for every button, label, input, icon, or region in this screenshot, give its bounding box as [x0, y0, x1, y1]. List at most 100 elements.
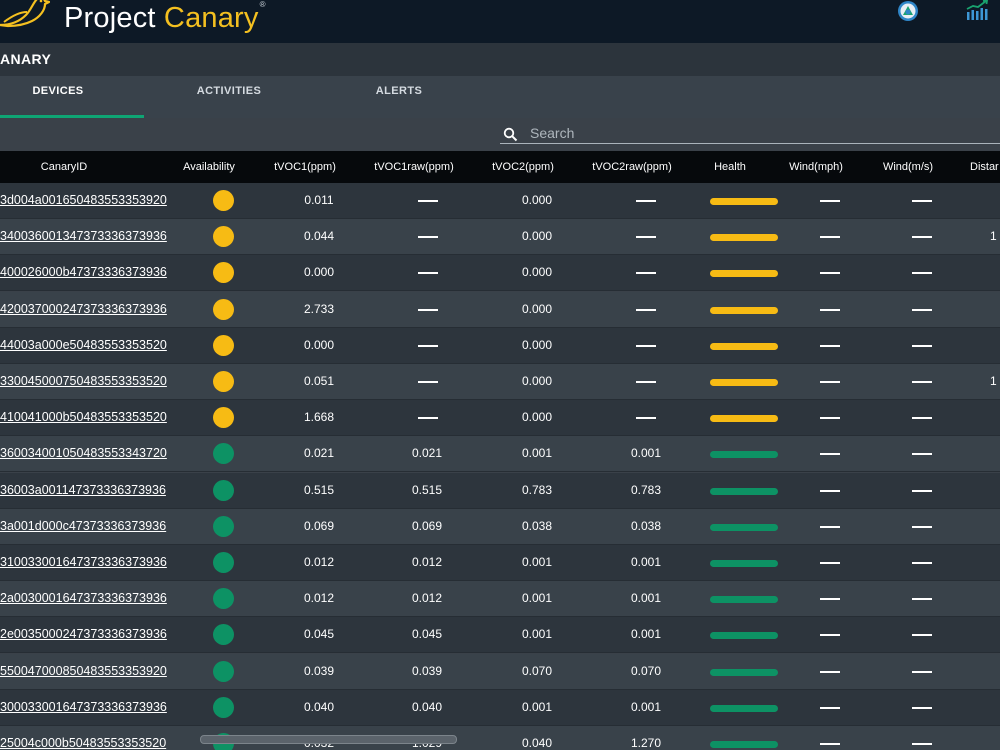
table-row[interactable]: 2e0035000247373336373936 0.045 0.045 0.001 0… [0, 617, 1000, 654]
table-row[interactable]: 3a001d000c47373336373936 0.069 0.069 0.038 0… [0, 508, 1000, 545]
table-row[interactable]: 550047000850483553353920 0.039 0.039 0.070 0… [0, 653, 1000, 690]
tvoc2raw-cell: 0.001 [630, 699, 662, 714]
canary-id-link[interactable]: 550047000850483553353920 [0, 654, 178, 690]
table-row[interactable]: 420037000247373336373936 2.733 0.000 [0, 291, 1000, 328]
tvoc2raw-cell: 0.070 [630, 663, 662, 678]
wind-mph-dash [820, 453, 840, 456]
canary-id-link[interactable]: 3a001d000c47373336373936 [0, 509, 178, 545]
canary-id-link[interactable]: 420037000247373336373936 [0, 292, 178, 328]
table-row[interactable]: 410041000b50483553353520 1.668 0.000 [0, 400, 1000, 437]
table-row[interactable]: 36003a001147373336373936 0.515 0.515 0.783 0… [0, 472, 1000, 509]
empty-value-dash [636, 381, 656, 383]
search-icon[interactable] [503, 127, 518, 147]
distance-cell: 1 [990, 374, 997, 388]
table-row[interactable]: 2a0030001647373336373936 0.012 0.012 0.001 0… [0, 581, 1000, 618]
table-row[interactable]: 300033001647373336373936 0.040 0.040 0.001 0… [0, 689, 1000, 726]
health-bar [710, 741, 778, 748]
table-row[interactable]: 3d004a001650483553353920 0.011 0.000 [0, 183, 1000, 219]
tvoc1-cell: 0.039 [303, 663, 335, 678]
table-row[interactable]: 310033001647373336373936 0.012 0.012 0.001 0… [0, 545, 1000, 581]
availability-indicator [213, 624, 234, 646]
tvoc1-cell: 1.668 [303, 410, 335, 425]
availability-indicator [213, 334, 234, 356]
wind-ms-dash [912, 272, 932, 275]
availability-indicator [213, 443, 234, 465]
canary-id-link[interactable]: 410041000b50483553353520 [0, 400, 178, 436]
health-bar [710, 198, 778, 205]
table-row[interactable]: 360034001050483553343720 0.021 0.021 0.001 0… [0, 436, 1000, 473]
canary-id-link[interactable]: 310033001647373336373936 [0, 545, 178, 581]
tvoc1-cell: 0.040 [303, 699, 335, 714]
tvoc2raw-cell: 0.001 [630, 627, 662, 642]
horizontal-scrollbar[interactable] [200, 735, 457, 744]
tab-alerts[interactable]: ALERTS [342, 76, 456, 118]
tvoc1-cell: 0.069 [303, 518, 335, 533]
canary-id-link[interactable]: 2a0030001647373336373936 [0, 581, 178, 617]
canary-id-link[interactable]: 36003a001147373336373936 [0, 473, 178, 509]
wind-mph-dash [820, 417, 840, 420]
tvoc2-cell: 0.001 [521, 591, 553, 606]
wind-mph-dash [820, 598, 840, 601]
tvoc2-cell: 0.783 [521, 482, 553, 497]
column-header-health[interactable]: Health [700, 151, 760, 183]
tab-activities[interactable]: ACTIVITIES [172, 76, 286, 118]
canary-id-link[interactable]: 2e0035000247373336373936 [0, 617, 178, 653]
table-header-row: CanaryID Availability tVOC1(ppm) tVOC1ra… [0, 151, 1000, 183]
brand-prefix: Project [64, 2, 164, 34]
tab-devices[interactable]: DEVICES [0, 76, 116, 118]
empty-value-dash [636, 272, 656, 275]
tvoc1-cell: 0.012 [303, 591, 335, 606]
bar-chart-icon[interactable] [964, 0, 990, 27]
column-header-tvoc1[interactable]: tVOC1(ppm) [270, 151, 340, 183]
tvoc2-cell: 0.070 [521, 663, 553, 678]
tvoc1-cell: 0.000 [303, 265, 335, 280]
wind-mph-dash [820, 634, 840, 637]
empty-value-dash [636, 236, 656, 239]
availability-indicator [213, 696, 234, 718]
canary-id-link[interactable]: 400026000b47373336373936 [0, 255, 178, 291]
canary-id-link[interactable]: 44003a000e50483553353520 [0, 328, 178, 364]
health-bar [710, 668, 778, 676]
tvoc2-cell: 0.040 [521, 736, 553, 750]
tvoc1raw-cell: 0.039 [411, 663, 443, 678]
table-row[interactable]: 340036001347373336373936 0.044 0.000 1 [0, 219, 1000, 256]
devices-table: CanaryID Availability tVOC1(ppm) tVOC1ra… [0, 151, 1000, 750]
tvoc1raw-cell: 0.040 [411, 699, 443, 714]
column-header-tvoc2raw[interactable]: tVOC2raw(ppm) [588, 151, 676, 183]
canary-id-link[interactable]: 340036001347373336373936 [0, 219, 178, 255]
user-avatar-icon[interactable] [897, 0, 919, 27]
canary-id-link[interactable]: 360034001050483553343720 [0, 436, 178, 472]
tvoc2raw-cell: 0.783 [630, 482, 662, 497]
table-row[interactable]: 400026000b47373336373936 0.000 0.000 [0, 255, 1000, 292]
canary-id-link[interactable]: 3d004a001650483553353920 [0, 183, 178, 219]
search-bar [500, 123, 1000, 144]
column-header-tvoc1raw[interactable]: tVOC1raw(ppm) [370, 151, 458, 183]
wind-mph-dash [820, 489, 840, 492]
wind-mph-dash [820, 236, 840, 239]
canary-bird-logo-icon[interactable] [0, 0, 51, 37]
organization-bar: ANARY [0, 43, 1000, 77]
health-bar [710, 379, 778, 386]
wind-ms-dash [912, 634, 932, 637]
column-header-wind-mph[interactable]: Wind(mph) [784, 151, 848, 183]
tvoc2-cell: 0.000 [521, 229, 553, 244]
health-bar [710, 704, 778, 712]
health-bar [710, 487, 778, 495]
column-header-wind-ms[interactable]: Wind(m/s) [876, 151, 940, 183]
table-row[interactable]: 44003a000e50483553353520 0.000 0.000 [0, 327, 1000, 364]
column-header-distance[interactable]: Distar [970, 151, 1000, 183]
canary-id-link[interactable]: 330045000750483553353520 [0, 364, 178, 400]
column-header-tvoc2[interactable]: tVOC2(ppm) [488, 151, 558, 183]
column-header-canaryid[interactable]: CanaryID [0, 151, 128, 183]
table-row[interactable]: 330045000750483553353520 0.051 0.000 1 [0, 364, 1000, 400]
column-header-availability[interactable]: Availability [176, 151, 242, 183]
tvoc1-cell: 0.051 [303, 374, 335, 388]
tvoc2raw-cell: 0.038 [630, 518, 662, 533]
canary-id-link[interactable]: 25004c000b50483553353520 [0, 726, 178, 750]
search-input[interactable] [530, 123, 990, 143]
wind-mph-dash [820, 200, 840, 202]
availability-indicator [213, 479, 234, 501]
active-tab-indicator [0, 115, 144, 118]
table-row[interactable]: 25004c000b504835533535200.0321.0290.0401… [0, 726, 1000, 750]
canary-id-link[interactable]: 300033001647373336373936 [0, 690, 178, 726]
